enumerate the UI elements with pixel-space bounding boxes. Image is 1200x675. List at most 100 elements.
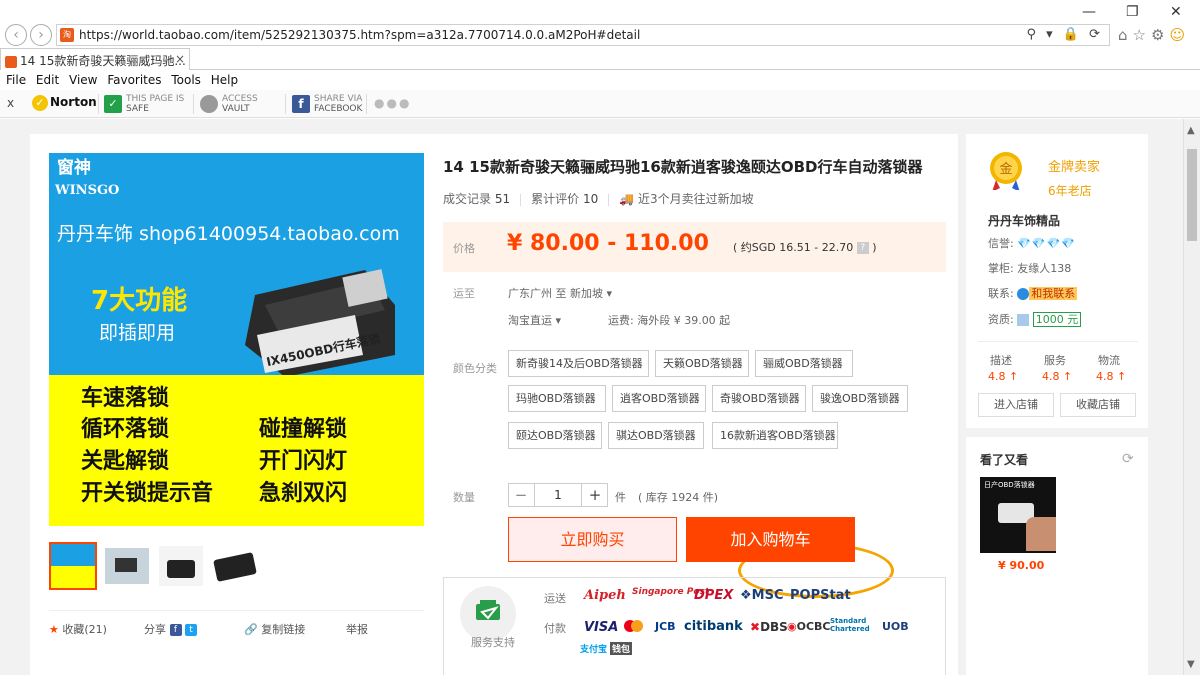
refresh-icon[interactable]: ⟳ xyxy=(1122,451,1134,467)
twitter-share-icon[interactable]: t xyxy=(185,624,197,636)
ocbc-logo: ◉OCBC xyxy=(787,620,831,633)
menu-tools[interactable]: Tools xyxy=(171,71,201,89)
wallet-logo: 钱包 xyxy=(610,642,633,655)
option-sku[interactable]: 骊威OBD落锁器 xyxy=(755,350,853,377)
tab-close-icon[interactable]: × xyxy=(175,52,185,66)
rating-logistics-label: 物流 xyxy=(1098,354,1120,367)
reviews-label[interactable]: 累计评价 xyxy=(531,192,579,206)
also-viewed-card: 看了又看 ⟳ 日产OBD落锁器 ¥ 90.00 xyxy=(966,437,1148,675)
quantity-input[interactable]: 1 xyxy=(534,484,582,506)
favorite-shop-button[interactable]: 收藏店铺 xyxy=(1060,393,1136,417)
option-sku[interactable]: 颐达OBD落锁器 xyxy=(508,422,602,449)
thumbnail-1[interactable] xyxy=(49,542,97,590)
rating-description-label: 描述 xyxy=(990,354,1012,367)
help-icon[interactable]: ? xyxy=(856,242,869,254)
back-button[interactable]: ‹ xyxy=(5,24,27,46)
scroll-down-icon[interactable]: ▼ xyxy=(1187,659,1195,670)
scroll-up-icon[interactable]: ▲ xyxy=(1187,125,1195,136)
option-sku[interactable]: 天籁OBD落锁器 xyxy=(655,350,749,377)
shop-name[interactable]: 丹丹车饰精品 xyxy=(988,212,1060,229)
sales-count: 51 xyxy=(494,192,511,206)
feedback-smiley-icon[interactable]: ☺ xyxy=(1169,26,1190,44)
thumbnail-3[interactable] xyxy=(157,542,205,590)
product-stats: 成交记录 51 累计评价 10 🚚 近3个月卖往过新加坡 xyxy=(443,190,754,207)
url-text[interactable]: https://world.taobao.com/item/5252921303… xyxy=(79,28,640,42)
feature-item: 碰撞解锁 xyxy=(259,417,348,442)
settings-gear-icon[interactable]: ⚙ xyxy=(1151,26,1169,44)
option-sku-selected[interactable]: 16款新逍客OBD落锁器 xyxy=(712,422,838,449)
also-viewed-item-caption: 日产OBD落锁器 xyxy=(984,481,1035,489)
norton-logo[interactable]: ✓ Norton xyxy=(32,95,97,111)
chat-icon xyxy=(1017,288,1030,300)
thumbnail-2[interactable] xyxy=(103,542,151,590)
option-sku[interactable]: 新奇骏14及后OBD落锁器 xyxy=(508,350,649,377)
norton-close-icon[interactable]: x xyxy=(7,96,14,110)
address-bar[interactable]: 淘 https://world.taobao.com/item/52529213… xyxy=(56,24,1110,46)
option-sku[interactable]: 逍客OBD落锁器 xyxy=(612,385,706,412)
feature-item: 关匙解锁 xyxy=(81,449,170,474)
jcb-logo: JCB xyxy=(655,620,676,633)
favorites-star-icon[interactable]: ☆ xyxy=(1133,26,1151,44)
copy-link-button[interactable]: 🔗 复制链接 xyxy=(244,621,305,637)
msc-logo: ❖MSC xyxy=(740,588,784,603)
verified-icon xyxy=(1017,314,1030,326)
scrollbar-thumb[interactable] xyxy=(1187,149,1197,241)
product-card: 窗神 WINSGO 丹丹车饰 shop61400954.taobao.com 7… xyxy=(30,134,958,675)
aipeh-logo: Aipeh xyxy=(584,588,626,603)
home-icon[interactable]: ⌂ xyxy=(1118,26,1133,44)
thumbnail-4[interactable] xyxy=(211,542,259,590)
price-sgd: ( 约SGD 16.51 - 22.70 ? ) xyxy=(733,241,877,254)
menu-file[interactable]: File xyxy=(6,71,26,89)
browser-tab[interactable]: 14 15款新奇骏天籁骊威玛驰... × xyxy=(0,48,190,70)
rating-description-value: 4.8 ↑ xyxy=(988,370,1019,383)
share-button[interactable]: 分享 f t xyxy=(144,621,197,637)
add-to-cart-button[interactable]: 加入购物车 xyxy=(686,517,855,562)
norton-toolbar: x ✓ Norton ✓ THIS PAGE IS SAFE ACCESS VAULT… xyxy=(0,90,1200,118)
sales-label[interactable]: 成交记录 xyxy=(443,192,491,206)
also-viewed-title: 看了又看 xyxy=(980,453,1029,467)
brand-logo-en: WINSGO xyxy=(55,183,120,198)
reviews-count: 10 xyxy=(582,192,599,206)
price-box: 价格 ¥ 80.00 - 110.00 ( 约SGD 16.51 - 22.70… xyxy=(443,222,946,272)
enter-shop-button[interactable]: 进入店铺 xyxy=(978,393,1054,417)
page-scrollbar[interactable]: ▲ ▼ xyxy=(1183,119,1200,675)
tab-strip: 14 15款新奇骏天籁骊威玛驰... × xyxy=(0,48,1200,70)
tab-title: 14 15款新奇骏天籁骊威玛驰... xyxy=(20,54,186,68)
safe-check-icon: ✓ xyxy=(104,95,122,113)
service-support-label: 服务支持 xyxy=(471,636,515,649)
minimize-icon[interactable]: — xyxy=(1082,4,1096,20)
star-icon: ★ xyxy=(49,623,59,636)
increase-button[interactable]: + xyxy=(583,484,607,506)
close-window-icon[interactable]: ✕ xyxy=(1170,4,1182,20)
page-content: 窗神 WINSGO 丹丹车饰 shop61400954.taobao.com 7… xyxy=(0,119,1183,675)
decrease-button[interactable]: − xyxy=(509,484,533,506)
also-viewed-item-image[interactable]: 日产OBD落锁器 xyxy=(980,477,1056,553)
uob-logo: UOB xyxy=(882,620,909,633)
owner-row: 掌柜: 友缘人138 xyxy=(988,262,1072,275)
menu-favorites[interactable]: Favorites xyxy=(107,71,161,89)
shipping-method-select[interactable]: 淘宝直运 ▾ xyxy=(508,312,561,328)
menu-help[interactable]: Help xyxy=(211,71,238,89)
option-sku[interactable]: 骏逸OBD落锁器 xyxy=(812,385,908,412)
restore-icon[interactable]: ❐ xyxy=(1126,4,1139,20)
quantity-stepper: − 1 + xyxy=(508,483,608,507)
citibank-logo: citibank xyxy=(684,619,743,634)
facebook-share-icon[interactable]: f xyxy=(169,624,182,636)
menu-edit[interactable]: Edit xyxy=(36,71,59,89)
feature-item: 循环落锁 xyxy=(81,417,170,442)
norton-more-icon[interactable]: ●●● xyxy=(374,96,411,110)
report-link[interactable]: 举报 xyxy=(346,621,368,637)
address-bar-icons[interactable]: ⚲ ▾ 🔒 ⟳ xyxy=(1026,27,1103,42)
option-sku[interactable]: 骐达OBD落锁器 xyxy=(608,422,704,449)
buy-now-button[interactable]: 立即购买 xyxy=(508,517,677,562)
product-main-image[interactable]: 窗神 WINSGO 丹丹车饰 shop61400954.taobao.com 7… xyxy=(49,153,424,526)
price-range: ¥ 80.00 - 110.00 xyxy=(507,231,709,256)
forward-button[interactable]: › xyxy=(30,24,52,46)
favorite-button[interactable]: ★ 收藏(21) xyxy=(49,621,107,637)
menu-view[interactable]: View xyxy=(69,71,97,89)
contact-seller-button[interactable]: 和我联系 xyxy=(1029,287,1078,300)
option-sku[interactable]: 玛驰OBD落锁器 xyxy=(508,385,606,412)
service-support-box: 服务支持 运送 付款 Aipeh Singapore Post DPEX ❖MS… xyxy=(443,577,946,675)
shipping-route-select[interactable]: 广东广州 至 新加坡 ▾ xyxy=(508,285,612,301)
option-sku[interactable]: 奇骏OBD落锁器 xyxy=(712,385,806,412)
